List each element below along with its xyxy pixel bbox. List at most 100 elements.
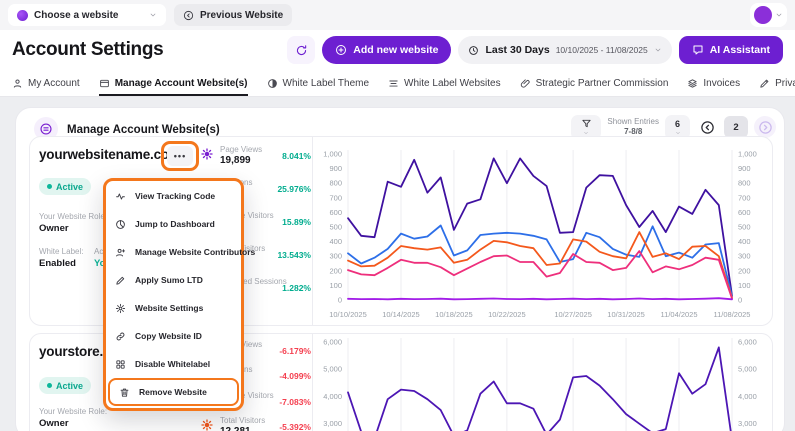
- svg-text:10/10/2025: 10/10/2025: [329, 310, 367, 319]
- tab-white-label-websites[interactable]: White Label Websites: [388, 70, 501, 96]
- user-menu[interactable]: [750, 3, 787, 27]
- app-window: Choose a website Previous Website Accoun…: [0, 0, 795, 431]
- svg-text:400: 400: [329, 237, 342, 246]
- menu-item-label: Jump to Dashboard: [135, 219, 215, 229]
- tab-label: Strategic Partner Commission: [535, 77, 669, 89]
- svg-text:10/18/2025: 10/18/2025: [435, 310, 473, 319]
- menu-item-apply-sumo-ltd[interactable]: Apply Sumo LTD: [106, 266, 241, 294]
- previous-page-button[interactable]: [696, 116, 718, 138]
- svg-text:600: 600: [329, 208, 342, 217]
- svg-text:100: 100: [738, 281, 751, 290]
- svg-text:200: 200: [329, 266, 342, 275]
- menu-item-manage-website-contributors[interactable]: Manage Website Contributors: [106, 238, 255, 266]
- grid-icon: [115, 359, 126, 370]
- stat-percentage: 15.89%: [282, 217, 311, 227]
- status-dot-icon: [47, 383, 52, 388]
- next-page-button[interactable]: [754, 116, 776, 138]
- svg-text:5,000: 5,000: [738, 365, 757, 374]
- white-label-value: Enabled: [39, 258, 76, 269]
- stat-percentage: 25.976%: [277, 184, 311, 194]
- topbar: Choose a website Previous Website: [0, 0, 795, 30]
- previous-website-button[interactable]: Previous Website: [174, 4, 293, 26]
- tab-privacy-consents[interactable]: Privacy Consents: [759, 70, 795, 96]
- stat-value: 12,281: [220, 426, 251, 431]
- menu-item-label: Manage Website Contributors: [135, 247, 256, 257]
- clock-icon: [468, 45, 479, 56]
- menu-item-disable-whitelabel[interactable]: Disable Whitelabel: [106, 350, 241, 378]
- stack-lines-icon: [388, 78, 399, 89]
- svg-text:4,000: 4,000: [738, 392, 757, 401]
- svg-text:0: 0: [338, 296, 342, 305]
- gear-icon: [115, 303, 126, 314]
- stat-label: Total Visitors: [220, 415, 266, 425]
- status-label: Active: [56, 181, 84, 192]
- role-value: Owner: [39, 418, 69, 429]
- trash-icon: [119, 387, 130, 398]
- circle-arrow-left-icon: [183, 10, 194, 21]
- tab-manage-account-website-s[interactable]: Manage Account Website(s): [98, 70, 248, 96]
- browser-icon: [99, 78, 110, 89]
- line-chart: 10/10/202510/14/202510/18/202510/22/2025…: [323, 338, 757, 431]
- svg-text:10/14/2025: 10/14/2025: [382, 310, 420, 319]
- refresh-button[interactable]: [287, 36, 316, 64]
- activity-icon: [115, 191, 126, 202]
- tab-invoices[interactable]: Invoices: [687, 70, 740, 96]
- series-page-views: [347, 157, 733, 297]
- shown-entries: Shown Entries 7-8/8: [607, 117, 659, 138]
- settings-tabs: My Account Manage Account Website(s) White…: [0, 70, 795, 97]
- menu-item-copy-website-id[interactable]: Copy Website ID: [106, 322, 241, 350]
- circle-arrow-left-icon: [700, 120, 715, 135]
- previous-website-label: Previous Website: [200, 9, 284, 21]
- svg-text:700: 700: [738, 193, 751, 202]
- sun-badge-icon: [199, 146, 215, 162]
- menu-item-view-tracking-code[interactable]: View Tracking Code: [106, 182, 241, 210]
- date-range-value: 10/10/2025 - 11/08/2025: [555, 45, 648, 55]
- series-visitors: [347, 346, 732, 431]
- svg-text:3,000: 3,000: [738, 419, 757, 428]
- website-actions-menu-button[interactable]: •••: [167, 146, 193, 166]
- status-label: Active: [56, 380, 84, 391]
- user-plus-icon: [115, 247, 126, 258]
- stat-percentage: -6.179%: [279, 346, 311, 356]
- svg-text:300: 300: [329, 252, 342, 261]
- tab-white-label-theme[interactable]: White Label Theme: [267, 70, 370, 96]
- tab-label: White Label Websites: [404, 77, 501, 89]
- ai-assistant-button[interactable]: AI Assistant: [678, 36, 783, 64]
- website-traffic-chart: 10/10/2025 10/14/2025 10/18/2025 10/22/2025…: [312, 137, 772, 325]
- menu-item-label: Apply Sumo LTD: [135, 275, 203, 285]
- tab-label: Invoices: [703, 77, 741, 89]
- menu-item-remove-website[interactable]: Remove Website: [108, 378, 239, 406]
- role-label: Your Website Role:: [39, 407, 108, 416]
- tab-label: My Account: [28, 77, 80, 89]
- tab-my-account[interactable]: My Account: [12, 70, 80, 96]
- svg-text:11/04/2025: 11/04/2025: [661, 310, 698, 319]
- svg-text:400: 400: [738, 237, 751, 246]
- menu-item-label: View Tracking Code: [135, 191, 216, 201]
- svg-text:600: 600: [738, 208, 751, 217]
- svg-text:700: 700: [329, 193, 342, 202]
- date-range-picker[interactable]: Last 30 Days 10/10/2025 - 11/08/2025: [458, 36, 672, 64]
- choose-website-dropdown[interactable]: Choose a website: [8, 4, 166, 26]
- svg-text:500: 500: [329, 223, 342, 232]
- pen-icon: [759, 78, 770, 89]
- menu-item-label: Website Settings: [135, 303, 204, 313]
- svg-text:1,000: 1,000: [323, 150, 342, 159]
- svg-text:0: 0: [738, 296, 742, 305]
- user-icon: [12, 78, 23, 89]
- add-new-website-button[interactable]: Add new website: [322, 36, 452, 64]
- svg-text:1,000: 1,000: [738, 150, 757, 159]
- menu-item-label: Copy Website ID: [135, 331, 202, 341]
- stat-percentage: -7.083%: [279, 396, 311, 407]
- contrast-icon: [267, 78, 278, 89]
- website-domain: yourwebsitename.com: [39, 147, 181, 162]
- tab-strategic-partner-commission[interactable]: Strategic Partner Commission: [520, 70, 669, 96]
- sun-badge-icon: [199, 417, 215, 431]
- link-icon: [115, 331, 126, 342]
- status-dot-icon: [47, 184, 52, 189]
- choose-website-label: Choose a website: [34, 9, 119, 21]
- menu-item-website-settings[interactable]: Website Settings: [106, 294, 241, 322]
- tab-label: White Label Theme: [282, 77, 370, 89]
- panel-title: Manage Account Website(s): [67, 124, 220, 136]
- menu-item-jump-to-dashboard[interactable]: Jump to Dashboard: [106, 210, 241, 238]
- refresh-icon: [295, 44, 308, 57]
